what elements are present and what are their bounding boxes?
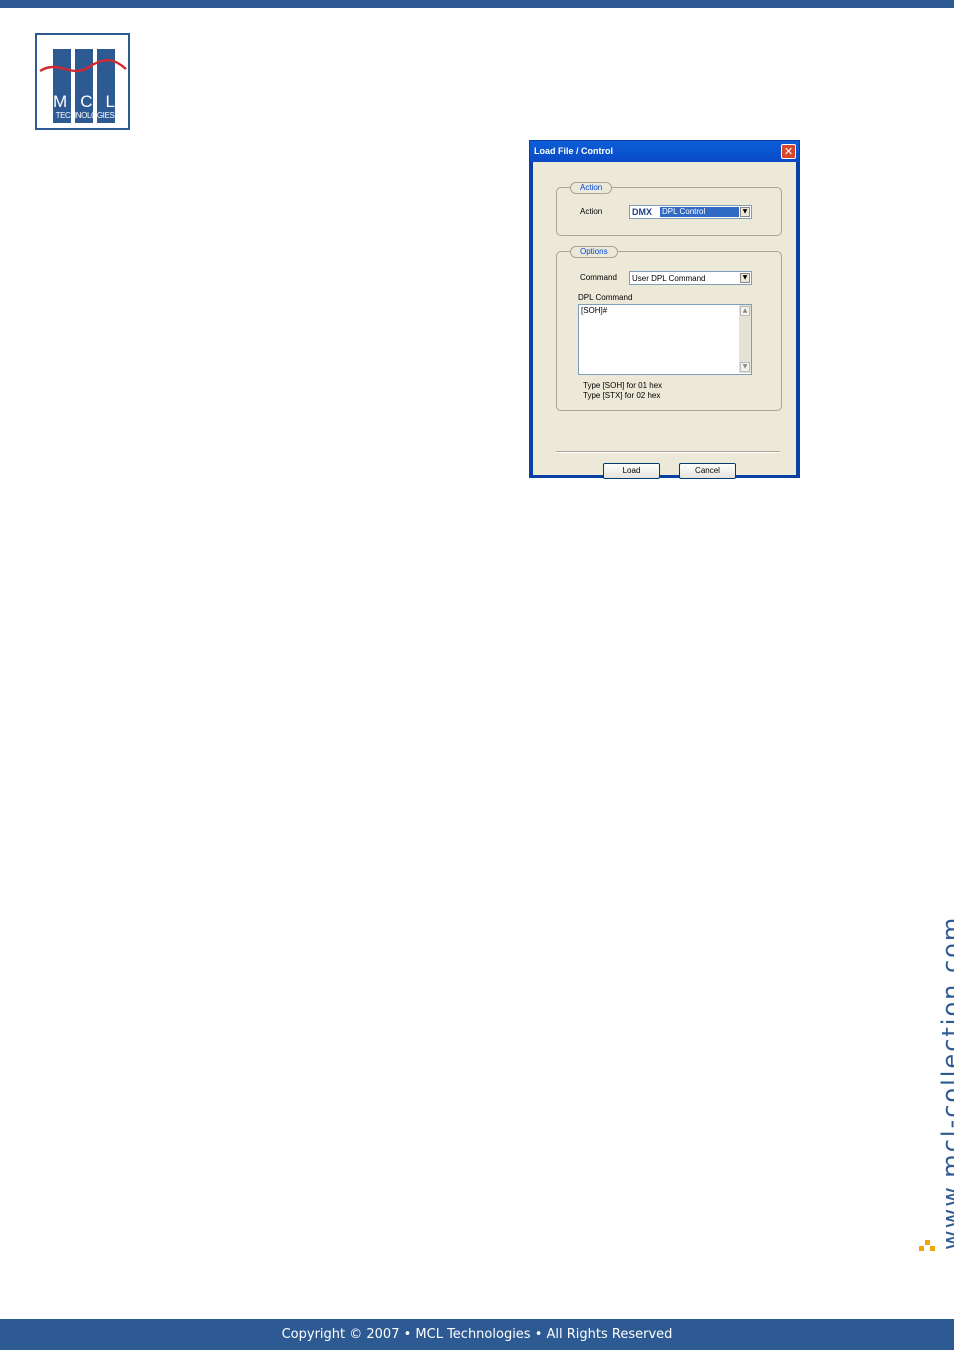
logo-letter-l: L xyxy=(105,92,115,111)
dmx-icon: DMX xyxy=(632,207,652,217)
load-file-control-dialog: Load File / Control ✕ Action Action DMX … xyxy=(529,140,800,479)
chevron-down-icon[interactable]: ▼ xyxy=(740,273,750,283)
action-selected-value: DPL Control xyxy=(660,207,739,217)
dialog-title: Load File / Control xyxy=(530,141,799,162)
close-button[interactable]: ✕ xyxy=(781,144,796,159)
hint-stx: Type [STX] for 02 hex xyxy=(583,391,661,400)
command-selected-value: User DPL Command xyxy=(632,274,706,283)
options-group-title: Options xyxy=(570,246,618,258)
mcl-logo: M C L TECHNOLOGIES xyxy=(35,33,130,130)
action-label: Action xyxy=(580,207,603,216)
dialog-client-area: Action Action DMX DPL Control ▼ Options … xyxy=(533,162,796,479)
textarea-scrollbar[interactable]: ▲ ▼ xyxy=(739,305,751,373)
action-group-title: Action xyxy=(570,182,613,194)
logo-letter-c: C xyxy=(80,92,93,111)
site-mark-icon xyxy=(919,1240,935,1251)
hint-soh: Type [SOH] for 01 hex xyxy=(583,381,663,390)
action-group: Action Action DMX DPL Control ▼ xyxy=(556,182,782,236)
logo-letter-m: M xyxy=(53,92,68,111)
options-group: Options Command User DPL Command ▼ DPL C… xyxy=(556,246,782,411)
footer-copyright: Copyright © 2007 • MCL Technologies • Al… xyxy=(0,1319,954,1350)
close-icon: ✕ xyxy=(783,145,794,158)
command-label: Command xyxy=(580,273,617,282)
website-url: www.mcl-collection.com xyxy=(937,915,954,1250)
dpl-command-label: DPL Command xyxy=(578,293,633,302)
scroll-down-icon[interactable]: ▼ xyxy=(740,362,750,372)
command-select[interactable]: User DPL Command ▼ xyxy=(629,271,752,285)
logo-subtitle: TECHNOLOGIES xyxy=(55,111,115,120)
cancel-button[interactable]: Cancel xyxy=(679,463,736,479)
top-accent-bar xyxy=(0,0,954,8)
logo-letters: M C L xyxy=(53,92,115,112)
dpl-command-value: [SOH]# xyxy=(581,306,608,315)
scroll-up-icon[interactable]: ▲ xyxy=(740,306,750,316)
dpl-command-textarea[interactable]: [SOH]# ▲ ▼ xyxy=(578,304,752,375)
action-select[interactable]: DMX DPL Control ▼ xyxy=(629,205,752,219)
button-separator xyxy=(556,451,780,453)
load-button[interactable]: Load xyxy=(603,463,660,479)
chevron-down-icon[interactable]: ▼ xyxy=(740,207,750,217)
